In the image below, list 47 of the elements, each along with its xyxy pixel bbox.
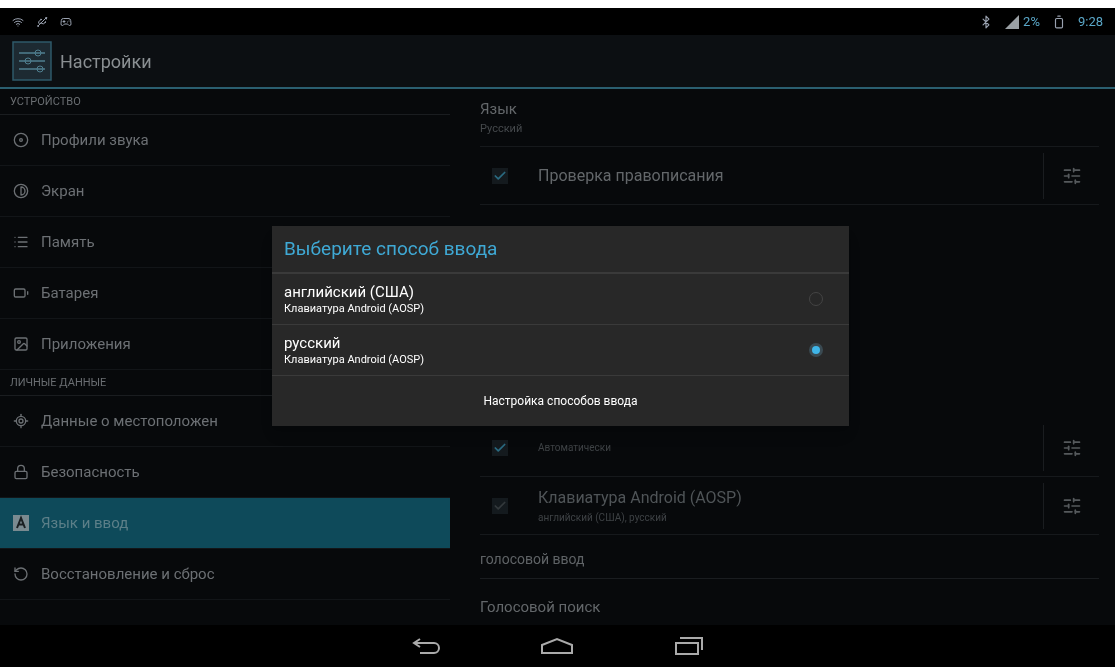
setting-summary: Русский — [480, 120, 524, 137]
menu-icon — [13, 413, 29, 429]
settings-sliders-icon[interactable] — [1061, 165, 1082, 186]
signal-icon — [1005, 14, 1020, 29]
sidebar-item[interactable]: Язык и ввод — [0, 498, 450, 549]
recent-apps-icon[interactable] — [673, 636, 704, 656]
input-method-option[interactable]: английский (США) Клавиатура Android (AOSP) — [272, 274, 849, 325]
checkbox[interactable] — [492, 439, 508, 456]
sidebar-item[interactable]: Экран — [0, 166, 450, 217]
settings-sliders-icon[interactable] — [1061, 437, 1082, 458]
setting-title: Проверка правописания — [538, 164, 725, 187]
menu-icon — [13, 566, 29, 582]
setting-summary: английский (США), русский — [538, 511, 668, 525]
option-label: русский — [284, 333, 342, 353]
option-summary: Клавиатура Android (AOSP) — [284, 352, 426, 367]
option-label: английский (США) — [284, 282, 415, 302]
sidebar-item[interactable]: Профили звука — [0, 115, 450, 166]
usb-icon — [36, 15, 48, 28]
setting-row[interactable]: Язык Русский — [480, 89, 1099, 147]
section-header: голосовой ввод — [480, 535, 1099, 579]
menu-icon — [13, 132, 29, 148]
sidebar-item[interactable]: Восстановление и сброс — [0, 549, 450, 600]
app-title: Настройки — [60, 49, 152, 74]
setting-title: Язык — [480, 99, 518, 120]
gamepad-icon — [60, 15, 72, 28]
radio-button[interactable] — [809, 343, 823, 357]
menu-icon — [13, 234, 29, 250]
settings-sliders-icon[interactable] — [1061, 495, 1082, 516]
checkbox[interactable] — [492, 167, 508, 184]
home-icon[interactable] — [539, 637, 574, 655]
dialog-title: Выберите способ ввода — [272, 226, 849, 274]
option-summary: Клавиатура Android (AOSP) — [284, 301, 426, 316]
back-icon[interactable] — [411, 637, 440, 655]
menu-icon — [13, 464, 29, 480]
section-header: УСТРОЙСТВО — [0, 89, 450, 115]
menu-icon — [13, 285, 29, 301]
letter-a-icon — [13, 515, 29, 531]
setting-title: Голосовой поиск — [480, 597, 602, 619]
menu-icon — [13, 183, 29, 199]
settings-app-icon[interactable] — [12, 41, 52, 81]
setting-title: Клавиатура Android (AOSP) — [538, 487, 743, 509]
input-method-option[interactable]: русский Клавиатура Android (AOSP) — [272, 325, 849, 376]
battery-percent: 2% — [1023, 12, 1040, 31]
wifi-icon — [12, 15, 24, 28]
menu-icon — [13, 336, 29, 352]
setting-summary: Автоматически — [538, 441, 612, 455]
clock: 9:28 — [1077, 12, 1103, 31]
